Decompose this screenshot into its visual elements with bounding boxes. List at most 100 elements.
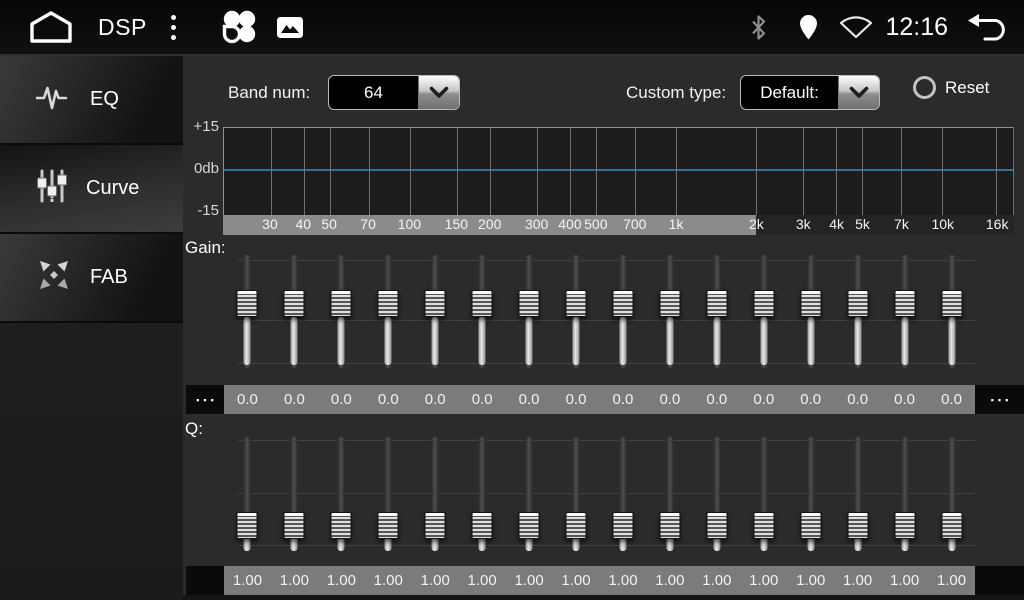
band-num-dropdown[interactable]: 64 bbox=[328, 75, 460, 110]
grid-line bbox=[271, 128, 272, 215]
gain-value: 0.0 bbox=[365, 385, 412, 414]
back-icon[interactable] bbox=[966, 12, 1010, 42]
slider-thumb[interactable] bbox=[706, 290, 727, 317]
gain-sliders bbox=[224, 250, 975, 380]
freq-tick-label: 40 bbox=[295, 216, 311, 232]
sidebar-item-eq[interactable]: EQ bbox=[0, 56, 183, 145]
slider-thumb[interactable] bbox=[425, 290, 446, 317]
slider-thumb[interactable] bbox=[284, 290, 305, 317]
grid-line bbox=[596, 128, 597, 215]
slider-thumb[interactable] bbox=[659, 290, 680, 317]
slider-thumb[interactable] bbox=[800, 290, 821, 317]
eq-icon bbox=[36, 82, 72, 117]
sidebar-item-label: Curve bbox=[86, 177, 139, 200]
slider-thumb[interactable] bbox=[472, 290, 493, 317]
q-slider bbox=[506, 430, 553, 565]
slider-thumb[interactable] bbox=[941, 512, 962, 539]
slider-fill bbox=[901, 317, 908, 365]
slider-fill bbox=[948, 317, 955, 365]
gain-slider bbox=[693, 250, 740, 380]
kebab-menu-icon[interactable] bbox=[167, 11, 180, 44]
grid-line bbox=[490, 128, 491, 215]
chevron-down-icon[interactable] bbox=[838, 76, 879, 109]
slider-thumb[interactable] bbox=[472, 512, 493, 539]
slider-thumb[interactable] bbox=[237, 512, 258, 539]
slider-thumb[interactable] bbox=[753, 290, 774, 317]
gain-slider bbox=[318, 250, 365, 380]
q-value: 1.00 bbox=[600, 566, 647, 595]
grid-line bbox=[304, 128, 305, 215]
q-slider bbox=[834, 430, 881, 565]
grid-line bbox=[330, 128, 331, 215]
grid-line bbox=[410, 128, 411, 215]
apps-clover-icon[interactable] bbox=[218, 6, 260, 48]
slider-thumb[interactable] bbox=[753, 512, 774, 539]
slider-fill bbox=[666, 317, 673, 365]
q-value: 1.00 bbox=[834, 566, 881, 595]
gain-slider bbox=[412, 250, 459, 380]
q-slider bbox=[646, 430, 693, 565]
sidebar-item-fab[interactable]: FAB bbox=[0, 234, 183, 323]
q-value: 1.00 bbox=[881, 566, 928, 595]
freq-tick-label: 2k bbox=[749, 216, 764, 232]
gain-slider bbox=[600, 250, 647, 380]
slider-thumb[interactable] bbox=[519, 512, 540, 539]
slider-thumb[interactable] bbox=[566, 290, 587, 317]
slider-thumb[interactable] bbox=[425, 512, 446, 539]
slider-thumb[interactable] bbox=[331, 290, 352, 317]
slider-thumb[interactable] bbox=[378, 290, 399, 317]
slider-thumb[interactable] bbox=[331, 512, 352, 539]
q-value: 1.00 bbox=[224, 566, 271, 595]
gain-value: 0.0 bbox=[881, 385, 928, 414]
gain-more-right-button[interactable]: ▪▪▪ bbox=[975, 385, 1024, 414]
slider-thumb[interactable] bbox=[706, 512, 727, 539]
grid-line bbox=[996, 128, 997, 215]
gain-slider bbox=[224, 250, 271, 380]
custom-type-label: Custom type: bbox=[626, 83, 726, 103]
eq-curve-zero-line bbox=[224, 169, 1013, 171]
freq-tick-label: 1k bbox=[669, 216, 684, 232]
bottom-strip bbox=[183, 595, 1024, 600]
q-slider bbox=[318, 430, 365, 565]
sidebar-item-curve[interactable]: Curve bbox=[0, 145, 183, 234]
freq-tick-label: 7k bbox=[894, 216, 909, 232]
gain-value: 0.0 bbox=[928, 385, 975, 414]
q-value: 1.00 bbox=[928, 566, 975, 595]
home-icon[interactable] bbox=[28, 10, 74, 44]
slider-thumb[interactable] bbox=[941, 290, 962, 317]
slider-thumb[interactable] bbox=[894, 512, 915, 539]
gain-value: 0.0 bbox=[646, 385, 693, 414]
main-panel: Band num: 64 Custom type: Default: Reset… bbox=[183, 56, 1024, 600]
q-value: 1.00 bbox=[693, 566, 740, 595]
slider-thumb[interactable] bbox=[847, 512, 868, 539]
slider-thumb[interactable] bbox=[519, 290, 540, 317]
slider-thumb[interactable] bbox=[566, 512, 587, 539]
reset-button[interactable]: Reset bbox=[913, 76, 989, 99]
q-end-cap-left bbox=[186, 566, 224, 595]
slider-thumb[interactable] bbox=[659, 512, 680, 539]
sidebar: EQ Curve FAB bbox=[0, 56, 183, 600]
grid-line bbox=[570, 128, 571, 215]
gallery-icon[interactable] bbox=[276, 16, 304, 39]
slider-thumb[interactable] bbox=[284, 512, 305, 539]
slider-thumb[interactable] bbox=[800, 512, 821, 539]
slider-thumb[interactable] bbox=[612, 512, 633, 539]
slider-thumb[interactable] bbox=[237, 290, 258, 317]
gain-more-left-button[interactable]: ▪▪▪ bbox=[186, 385, 224, 414]
slider-fill bbox=[854, 317, 861, 365]
q-slider bbox=[224, 430, 271, 565]
slider-fill bbox=[432, 317, 439, 365]
reset-radio-icon[interactable] bbox=[913, 76, 936, 99]
custom-type-dropdown[interactable]: Default: bbox=[740, 75, 880, 110]
slider-thumb[interactable] bbox=[894, 290, 915, 317]
slider-thumb[interactable] bbox=[378, 512, 399, 539]
q-value: 1.00 bbox=[553, 566, 600, 595]
slider-thumb[interactable] bbox=[847, 290, 868, 317]
chevron-down-icon[interactable] bbox=[418, 76, 459, 109]
slider-fill bbox=[385, 317, 392, 365]
slider-thumb[interactable] bbox=[612, 290, 633, 317]
gain-value: 0.0 bbox=[412, 385, 459, 414]
slider-fill bbox=[479, 317, 486, 365]
q-slider bbox=[459, 430, 506, 565]
gain-value: 0.0 bbox=[834, 385, 881, 414]
